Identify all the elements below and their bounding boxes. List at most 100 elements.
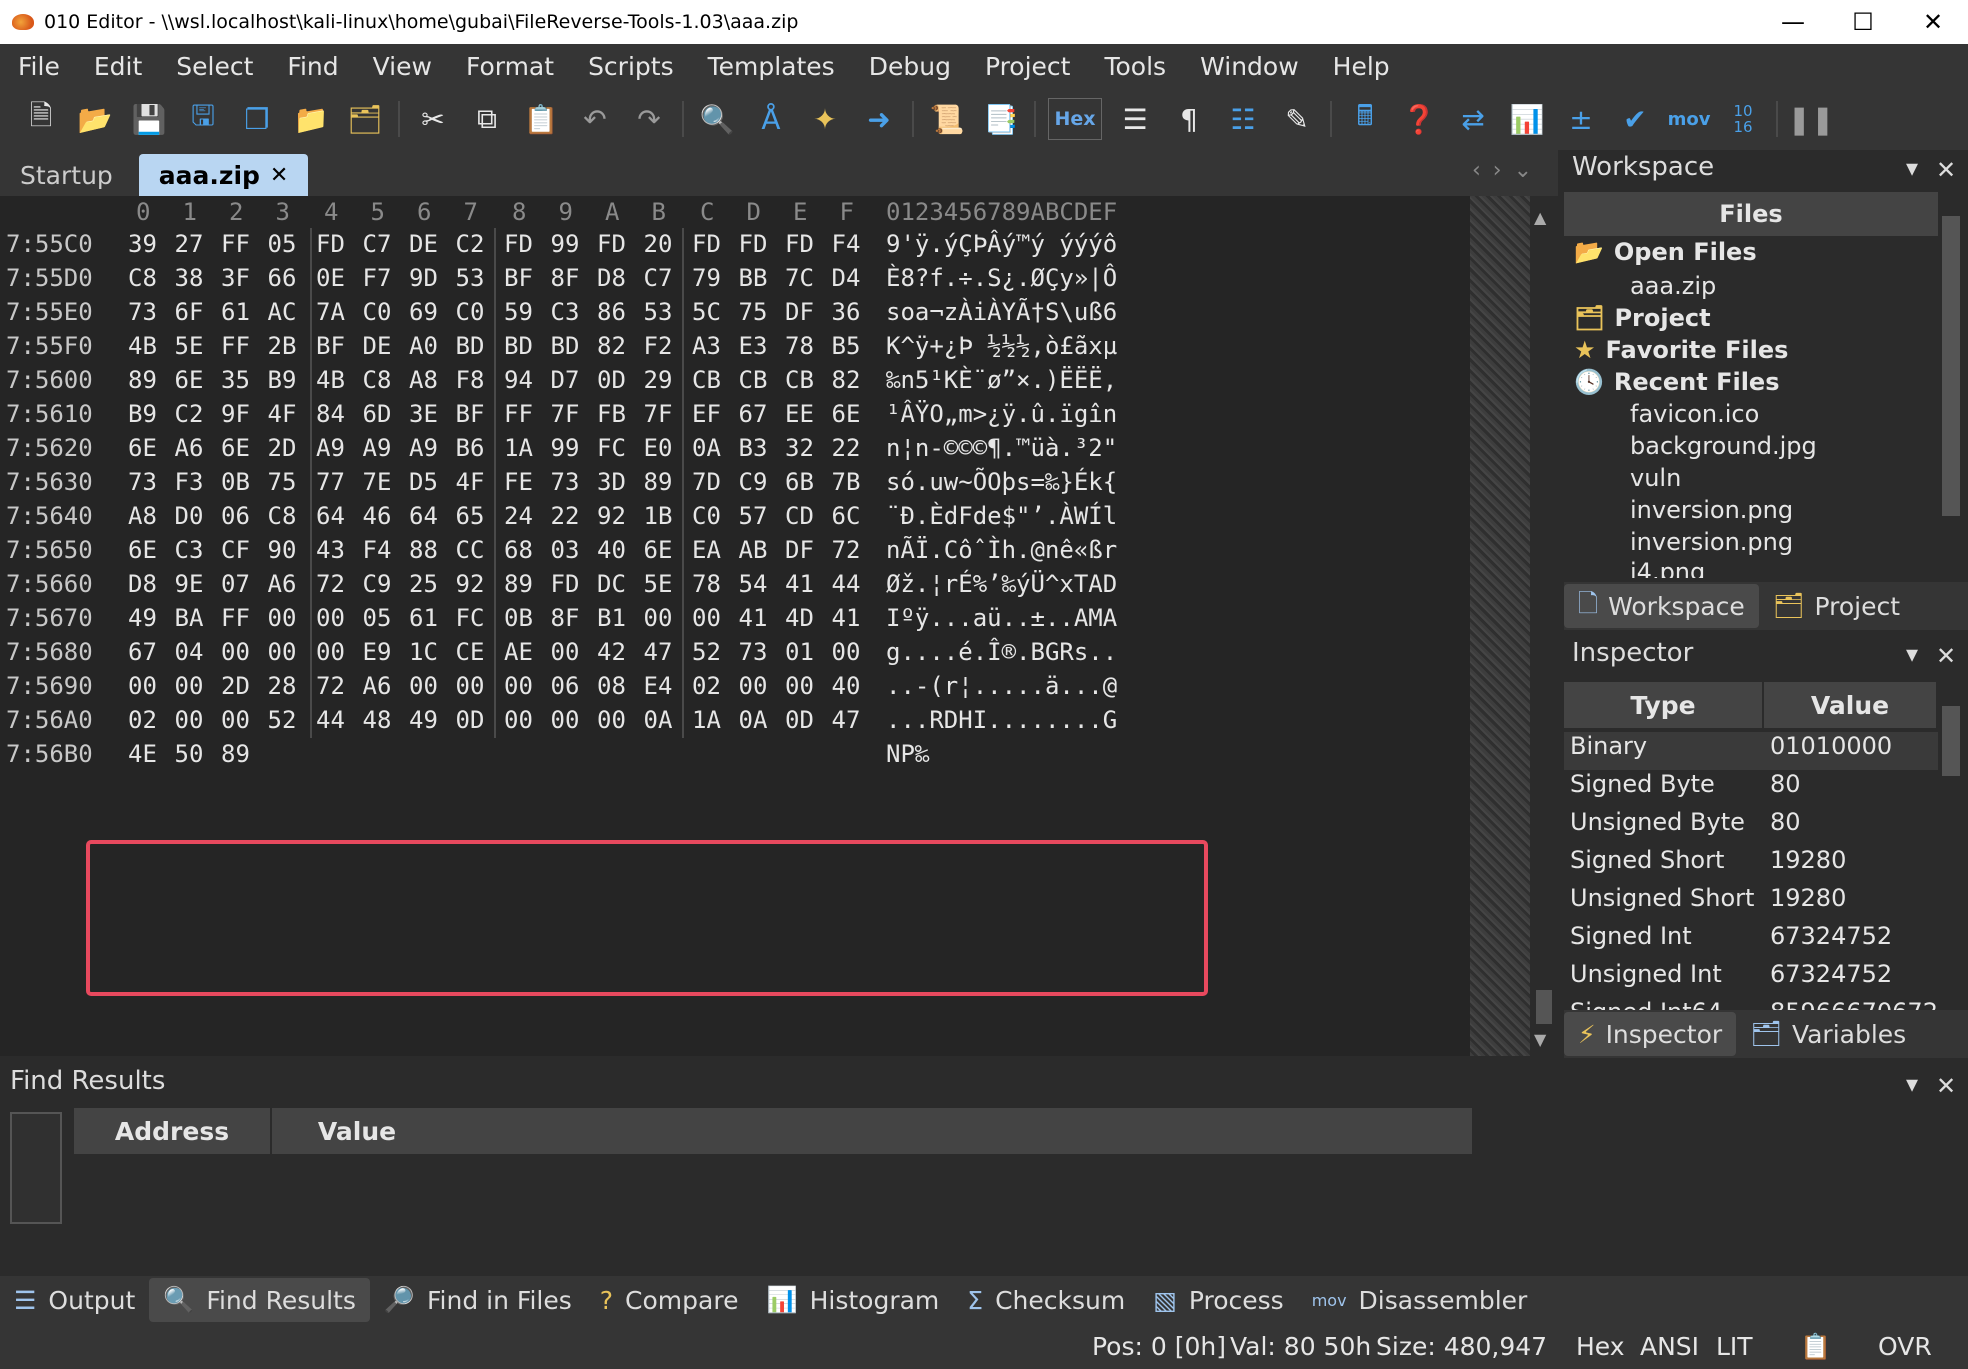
ascii-text[interactable]: ...RDHI........G <box>886 706 1117 734</box>
hex-byte[interactable]: 00 <box>504 672 533 700</box>
hex-byte[interactable]: 38 <box>175 264 204 292</box>
hex-byte[interactable]: DF <box>785 298 814 326</box>
hex-byte[interactable]: 06 <box>221 502 250 530</box>
save-icon[interactable]: 💾 <box>128 98 170 140</box>
tab-disassembler[interactable]: mov Disassembler <box>1298 1278 1542 1322</box>
hex-byte[interactable]: D8 <box>128 570 157 598</box>
status-hex-mode[interactable]: Hex <box>1576 1332 1625 1361</box>
hex-row[interactable]: 7:5640 A8 D0 06 C8 64 46 64 65 24 22 92 1B C0 57 CD 6C ¨Ð… <box>0 502 1470 536</box>
hex-byte[interactable]: 5C <box>692 298 721 326</box>
hex-row[interactable]: 7:5650 6E C3 CF 90 43 F4 88 CC 68 03 40 6E EA AB DF 72 nÃ… <box>0 536 1470 570</box>
hex-byte[interactable]: 0D <box>785 706 814 734</box>
open-workspace-icon[interactable]: 🗂 <box>344 98 386 140</box>
hex-byte[interactable]: 6C <box>832 502 861 530</box>
hex-byte[interactable]: 00 <box>644 604 673 632</box>
hex-byte[interactable]: 44 <box>316 706 345 734</box>
hex-row[interactable]: 7:55F0 4B 5E FF 2B BF DE A0 BD BD BD 82 F2 A3 E3 78 B5 K^… <box>0 332 1470 366</box>
tab-navigation-icons[interactable]: ‹›⌄ <box>1472 158 1544 183</box>
copy-icon[interactable]: ⧉ <box>466 98 508 140</box>
histogram-icon[interactable]: 📊 <box>1506 98 1548 140</box>
hex-byte[interactable]: 47 <box>832 706 861 734</box>
cut-icon[interactable]: ✂ <box>412 98 454 140</box>
hex-byte[interactable]: A6 <box>175 434 204 462</box>
menu-project[interactable]: Project <box>967 52 1087 81</box>
list-item[interactable]: inversion.png <box>1630 528 1793 556</box>
hex-byte[interactable]: 42 <box>597 638 626 666</box>
menu-help[interactable]: Help <box>1315 52 1406 81</box>
ascii-text[interactable]: n¦n-©©©¶.™üà.³2" <box>886 434 1117 462</box>
hex-byte[interactable]: A9 <box>316 434 345 462</box>
hex-byte[interactable]: 28 <box>268 672 297 700</box>
hex-byte[interactable]: E9 <box>363 638 392 666</box>
run-script-icon[interactable]: 📜 <box>926 98 968 140</box>
hex-byte[interactable]: 00 <box>597 706 626 734</box>
hex-byte[interactable]: BA <box>175 604 204 632</box>
hex-byte[interactable]: 82 <box>597 332 626 360</box>
hex-byte[interactable]: 3F <box>221 264 250 292</box>
hex-byte[interactable]: 03 <box>551 536 580 564</box>
hex-byte[interactable]: B5 <box>832 332 861 360</box>
hex-byte[interactable]: 7A <box>316 298 345 326</box>
new-file-icon[interactable]: 🗎 <box>20 98 62 140</box>
open-file-icon[interactable]: 📂 <box>74 98 116 140</box>
hex-row[interactable]: 7:5620 6E A6 6E 2D A9 A9 A9 B6 1A 99 FC E0 0A B3 32 22 n¦… <box>0 434 1470 468</box>
hex-byte[interactable]: FD <box>504 230 533 258</box>
menu-scripts[interactable]: Scripts <box>570 52 690 81</box>
hex-byte[interactable]: C7 <box>644 264 673 292</box>
hex-byte[interactable]: FF <box>221 230 250 258</box>
hex-row[interactable]: 7:5610 B9 C2 9F 4F 84 6D 3E BF FF 7F FB 7F EF 67 EE 6E ¹Â… <box>0 400 1470 434</box>
minimize-button[interactable]: — <box>1758 0 1828 44</box>
hex-byte[interactable]: 00 <box>221 706 250 734</box>
hex-byte[interactable]: 53 <box>644 298 673 326</box>
hex-byte[interactable]: B3 <box>739 434 768 462</box>
hex-byte[interactable]: 1C <box>409 638 438 666</box>
menu-window[interactable]: Window <box>1182 52 1315 81</box>
ascii-text[interactable]: ¨Ð.ÈdFde$"’.ÀWÍl <box>886 502 1117 530</box>
workspace-close-icon[interactable]: ✕ <box>1936 156 1956 184</box>
hex-byte[interactable]: CB <box>692 366 721 394</box>
recent-files-node[interactable]: 🕓 Recent Files <box>1574 368 1779 396</box>
ascii-text[interactable]: g....é.Î®.BGRs.. <box>886 638 1117 666</box>
hex-byte[interactable]: FD <box>551 570 580 598</box>
favorite-files-node[interactable]: ★ Favorite Files <box>1574 336 1788 364</box>
hex-byte[interactable]: 00 <box>316 604 345 632</box>
list-item[interactable]: background.jpg <box>1630 432 1817 460</box>
hex-byte[interactable]: 08 <box>597 672 626 700</box>
hex-byte[interactable]: 52 <box>268 706 297 734</box>
hex-row[interactable]: 7:5600 89 6E 35 B9 4B C8 A8 F8 94 D7 0D 29 CB CB CB 82 ‰n… <box>0 366 1470 400</box>
hex-byte[interactable]: 6E <box>128 536 157 564</box>
list-item[interactable]: favicon.ico <box>1630 400 1759 428</box>
hex-byte[interactable]: 0B <box>504 604 533 632</box>
hex-row[interactable]: 7:56B0 4E 50 89 NP‰ <box>0 740 1470 774</box>
hex-byte[interactable]: BD <box>551 332 580 360</box>
hex-byte[interactable]: C7 <box>363 230 392 258</box>
scroll-down-icon[interactable]: ▼ <box>1534 1030 1546 1049</box>
hex-byte[interactable]: C8 <box>128 264 157 292</box>
find-in-files-icon[interactable]: ✦ <box>804 98 846 140</box>
status-position[interactable]: Pos: 0 [0h] <box>1092 1332 1226 1361</box>
hex-byte[interactable]: BF <box>504 264 533 292</box>
redo-icon[interactable]: ↷ <box>628 98 670 140</box>
hex-byte[interactable]: A6 <box>363 672 392 700</box>
hex-byte[interactable]: 7F <box>644 400 673 428</box>
hex-byte[interactable]: 89 <box>221 740 250 768</box>
hex-byte[interactable]: 65 <box>456 502 485 530</box>
find-results-close-icon[interactable]: ✕ <box>1936 1072 1956 1100</box>
hex-byte[interactable]: 47 <box>644 638 673 666</box>
hex-byte[interactable]: E0 <box>644 434 673 462</box>
clipboard-icon[interactable]: 📋 <box>1800 1332 1831 1362</box>
hex-byte[interactable]: 67 <box>739 400 768 428</box>
hex-byte[interactable]: 53 <box>456 264 485 292</box>
hex-byte[interactable]: 72 <box>316 570 345 598</box>
hex-byte[interactable]: 8F <box>551 264 580 292</box>
maximize-button[interactable]: ☐ <box>1828 0 1898 44</box>
hex-byte[interactable]: 7D <box>692 468 721 496</box>
hex-byte[interactable]: 68 <box>504 536 533 564</box>
hex-byte[interactable]: 64 <box>316 502 345 530</box>
hex-byte[interactable]: 86 <box>597 298 626 326</box>
scroll-thumb[interactable] <box>1536 990 1552 1024</box>
ascii-text[interactable]: Iºÿ...aü..±..AMA <box>886 604 1117 632</box>
hex-byte[interactable]: 0E <box>316 264 345 292</box>
calculator-icon[interactable]: 🖩 <box>1344 98 1386 140</box>
hex-byte[interactable]: 89 <box>128 366 157 394</box>
